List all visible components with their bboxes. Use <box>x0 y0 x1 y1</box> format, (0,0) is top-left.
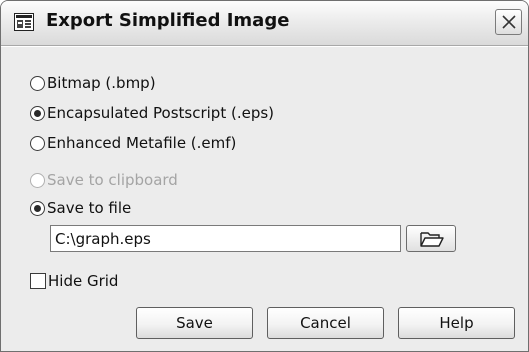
radio-emf[interactable]: Enhanced Metafile (.emf) <box>30 132 236 154</box>
radio-save-to-file[interactable]: Save to file <box>30 197 131 219</box>
export-image-icon <box>14 13 34 31</box>
title-bar[interactable]: Export Simplified Image <box>1 1 528 46</box>
file-path-input[interactable] <box>50 225 401 252</box>
close-icon <box>502 15 516 29</box>
radio-save-to-file-circle[interactable] <box>30 200 45 216</box>
radio-save-to-clipboard-label: Save to clipboard <box>47 171 178 189</box>
hide-grid-label: Hide Grid <box>48 272 119 290</box>
radio-bitmap[interactable]: Bitmap (.bmp) <box>30 72 156 94</box>
radio-bitmap-circle[interactable] <box>30 75 45 91</box>
radio-eps-circle[interactable] <box>30 105 45 121</box>
browse-button[interactable] <box>406 225 456 252</box>
help-button[interactable]: Help <box>398 307 515 339</box>
radio-eps-label: Encapsulated Postscript (.eps) <box>47 104 275 122</box>
hide-grid-option[interactable]: Hide Grid <box>30 270 118 292</box>
cancel-button[interactable]: Cancel <box>267 307 384 339</box>
radio-save-to-file-label: Save to file <box>47 199 132 217</box>
radio-eps[interactable]: Encapsulated Postscript (.eps) <box>30 102 274 124</box>
close-button[interactable] <box>495 9 522 35</box>
hide-grid-checkbox[interactable] <box>30 273 46 289</box>
radio-save-to-clipboard[interactable]: Save to clipboard <box>30 169 178 191</box>
export-dialog-window: Export Simplified Image Bitmap (.bmp) En… <box>0 0 529 352</box>
radio-bitmap-label: Bitmap (.bmp) <box>47 74 156 92</box>
folder-open-icon <box>420 232 444 247</box>
window-title: Export Simplified Image <box>46 10 290 31</box>
radio-emf-label: Enhanced Metafile (.emf) <box>47 134 237 152</box>
radio-save-to-clipboard-circle[interactable] <box>30 172 45 188</box>
save-button[interactable]: Save <box>136 307 253 339</box>
radio-emf-circle[interactable] <box>30 135 45 151</box>
